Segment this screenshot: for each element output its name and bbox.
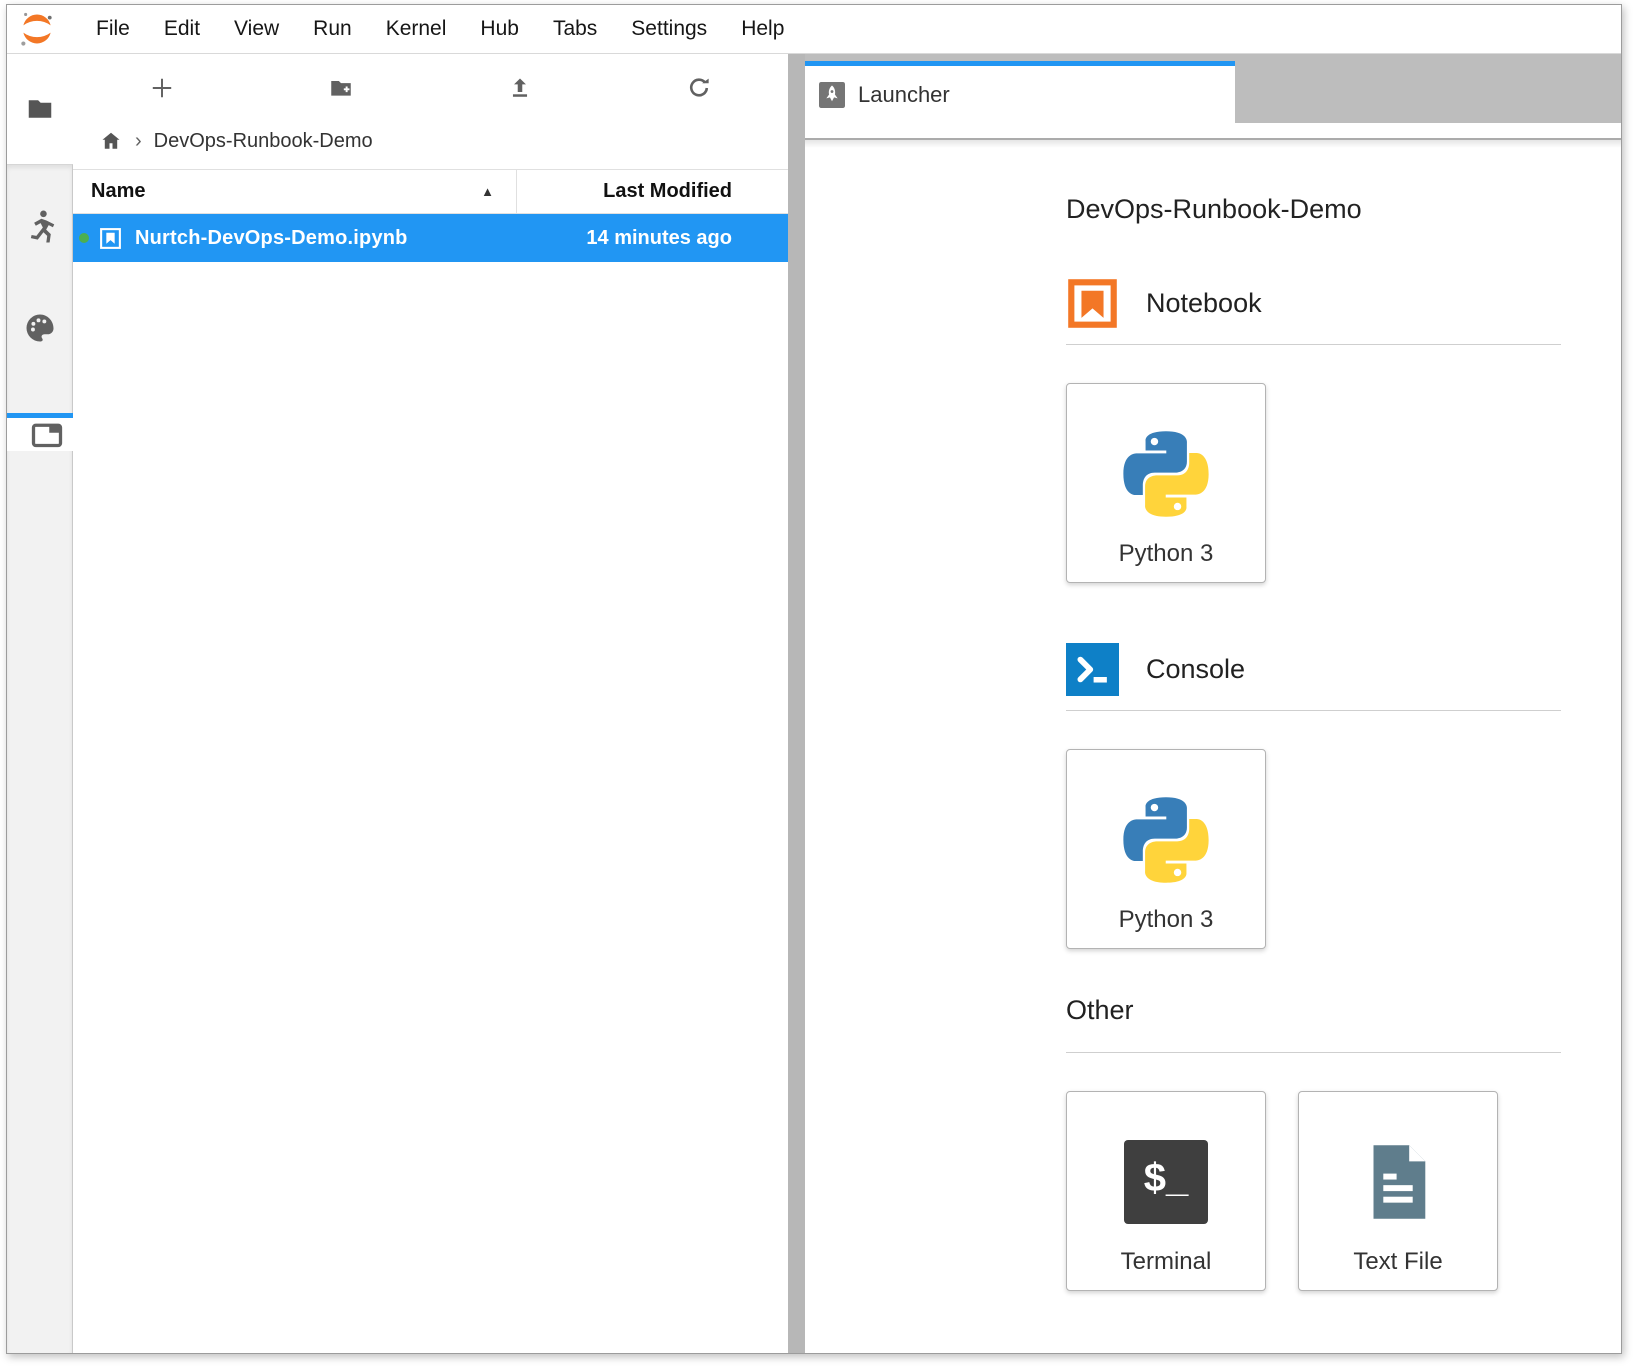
new-folder-button[interactable] bbox=[252, 75, 431, 101]
section-notebook-cards: Python 3 bbox=[1066, 383, 1561, 583]
menu-help[interactable]: Help bbox=[724, 17, 801, 41]
section-notebook-header: Notebook bbox=[1066, 277, 1561, 330]
launcher-card-text-file[interactable]: Text File bbox=[1298, 1091, 1498, 1291]
notebook-icon bbox=[1066, 277, 1119, 330]
kernel-running-dot bbox=[79, 233, 89, 243]
launcher-body: DevOps-Runbook-Demo Notebook bbox=[805, 140, 1621, 1353]
home-icon[interactable] bbox=[99, 129, 123, 153]
console-icon bbox=[1066, 643, 1119, 696]
section-other-label: Other bbox=[1066, 995, 1134, 1026]
launcher-card-notebook-python3[interactable]: Python 3 bbox=[1066, 383, 1266, 583]
tab-bar-underline bbox=[805, 123, 1621, 140]
card-label: Python 3 bbox=[1119, 906, 1214, 934]
sort-ascending-caret-icon: ▲ bbox=[481, 184, 494, 199]
text-file-icon bbox=[1356, 1116, 1440, 1248]
menu-file[interactable]: File bbox=[79, 17, 147, 41]
sidebar-tab-command-palette[interactable] bbox=[21, 309, 59, 347]
menu-view[interactable]: View bbox=[217, 17, 296, 41]
launcher-card-terminal[interactable]: $_ Terminal bbox=[1066, 1091, 1266, 1291]
file-name: Nurtch-DevOps-Demo.ipynb bbox=[135, 227, 522, 250]
python-logo bbox=[1116, 774, 1216, 906]
panel-splitter[interactable] bbox=[788, 54, 805, 1353]
upload-button[interactable] bbox=[431, 75, 610, 101]
menu-settings[interactable]: Settings bbox=[614, 17, 724, 41]
launcher-rocket-icon bbox=[819, 82, 845, 108]
terminal-glyph: $_ bbox=[1144, 1158, 1189, 1206]
terminal-icon: $_ bbox=[1124, 1116, 1208, 1248]
new-folder-icon bbox=[328, 75, 354, 101]
last-modified-column-label: Last Modified bbox=[603, 180, 732, 203]
card-label: Terminal bbox=[1121, 1248, 1212, 1276]
section-other-header: Other bbox=[1066, 995, 1561, 1026]
section-notebook-label: Notebook bbox=[1146, 288, 1262, 319]
launcher-card-console-python3[interactable]: Python 3 bbox=[1066, 749, 1266, 949]
notebook-file-icon bbox=[98, 226, 123, 251]
new-launcher-button[interactable] bbox=[73, 75, 252, 101]
section-notebook-rule bbox=[1066, 344, 1561, 345]
launcher-cwd-title: DevOps-Runbook-Demo bbox=[1066, 194, 1561, 225]
sidebar-tab-running-sessions[interactable] bbox=[21, 207, 59, 245]
tabs-icon bbox=[29, 417, 65, 453]
sidebar-tab-file-browser[interactable] bbox=[7, 54, 73, 164]
body: › DevOps-Runbook-Demo Name ▲ Last Modifi… bbox=[7, 54, 1621, 1353]
card-label: Text File bbox=[1353, 1248, 1442, 1276]
name-column-label: Name bbox=[91, 180, 145, 203]
file-browser-toolbar bbox=[73, 54, 788, 122]
section-console-rule bbox=[1066, 710, 1561, 711]
refresh-icon bbox=[686, 75, 712, 101]
menu-tabs[interactable]: Tabs bbox=[536, 17, 614, 41]
file-row-notebook[interactable]: Nurtch-DevOps-Demo.ipynb 14 minutes ago bbox=[73, 214, 788, 262]
section-console-label: Console bbox=[1146, 654, 1245, 685]
folder-icon bbox=[25, 94, 55, 124]
file-browser-panel: › DevOps-Runbook-Demo Name ▲ Last Modifi… bbox=[73, 54, 788, 1353]
column-header-name[interactable]: Name ▲ bbox=[73, 170, 516, 213]
palette-icon bbox=[22, 310, 58, 346]
column-header-last-modified[interactable]: Last Modified bbox=[516, 170, 788, 213]
plus-icon bbox=[149, 75, 175, 101]
menu-bar: File Edit View Run Kernel Hub Tabs Setti… bbox=[7, 5, 1621, 54]
jupyter-logo bbox=[17, 9, 57, 49]
section-console-header: Console bbox=[1066, 643, 1561, 696]
dock-tab-bar: Launcher bbox=[805, 54, 1621, 123]
menu-edit[interactable]: Edit bbox=[147, 17, 217, 41]
sidebar-inactive-area bbox=[7, 164, 73, 1353]
breadcrumb-current-folder[interactable]: DevOps-Runbook-Demo bbox=[154, 130, 373, 153]
tab-launcher-label: Launcher bbox=[858, 82, 950, 108]
file-last-modified: 14 minutes ago bbox=[522, 227, 788, 250]
upload-icon bbox=[507, 75, 533, 101]
screen: File Edit View Run Kernel Hub Tabs Setti… bbox=[0, 0, 1636, 1370]
refresh-button[interactable] bbox=[609, 75, 788, 101]
section-other-cards: $_ Terminal bbox=[1066, 1091, 1561, 1291]
breadcrumb: › DevOps-Runbook-Demo bbox=[73, 122, 788, 160]
breadcrumb-separator: › bbox=[135, 130, 142, 153]
card-label: Python 3 bbox=[1119, 540, 1214, 568]
file-list-header: Name ▲ Last Modified bbox=[73, 169, 788, 214]
menu-run[interactable]: Run bbox=[296, 17, 369, 41]
tab-launcher[interactable]: Launcher bbox=[805, 61, 1235, 123]
menu-hub[interactable]: Hub bbox=[463, 17, 536, 41]
main-dock-panel: Launcher DevOps-Runbook-Demo Notebook bbox=[805, 54, 1621, 1353]
running-man-icon bbox=[22, 208, 58, 244]
jupyterlab-window: File Edit View Run Kernel Hub Tabs Setti… bbox=[6, 4, 1622, 1354]
section-other-rule bbox=[1066, 1052, 1561, 1053]
section-console-cards: Python 3 bbox=[1066, 749, 1561, 949]
python-logo bbox=[1116, 408, 1216, 540]
menu-kernel[interactable]: Kernel bbox=[369, 17, 464, 41]
left-sidebar bbox=[7, 54, 73, 1353]
